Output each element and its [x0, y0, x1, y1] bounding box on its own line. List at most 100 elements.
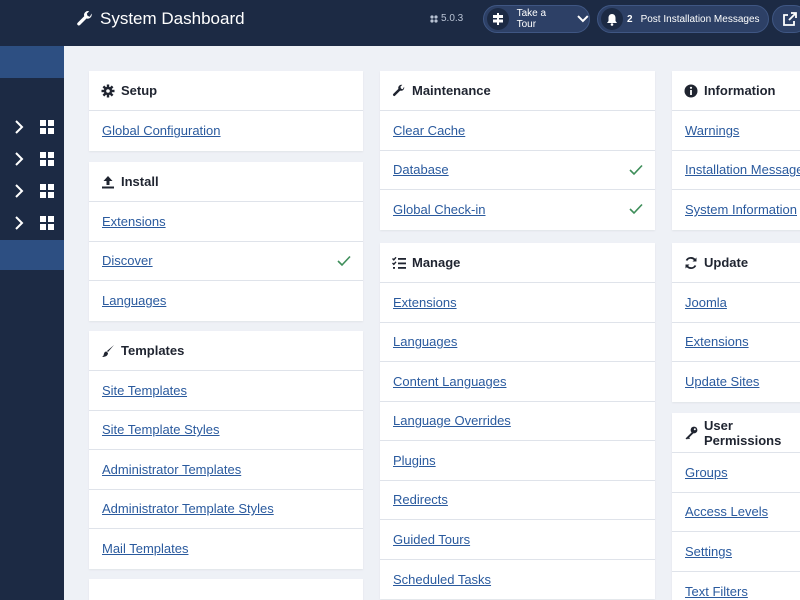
info-icon — [684, 84, 698, 98]
card-header: Templates — [89, 331, 363, 371]
guided-tours-link[interactable]: Guided Tours — [393, 532, 470, 547]
dashboard-grid-icon — [40, 120, 54, 134]
access-levels-link[interactable]: Access Levels — [685, 504, 768, 519]
sidebar-menu-item[interactable] — [0, 112, 64, 142]
groups-link[interactable]: Groups — [685, 465, 728, 480]
post-installation-messages-button[interactable]: 2 Post Installation Messages — [597, 5, 769, 33]
card-title: Setup — [121, 83, 158, 98]
sidebar-menu-item[interactable] — [0, 176, 64, 206]
list-item: Groups — [672, 453, 800, 493]
sidebar-menu-item[interactable] — [0, 208, 64, 238]
take-a-tour-label: Take a Tour — [516, 8, 547, 30]
card-header: Update — [672, 243, 800, 283]
list-item: Redirects — [380, 481, 655, 520]
manage-languages-link[interactable]: Languages — [393, 334, 457, 349]
database-link[interactable]: Database — [393, 162, 449, 177]
chevron-right-icon — [15, 216, 24, 230]
manage-extensions-link[interactable]: Extensions — [393, 295, 457, 310]
system-information-link[interactable]: System Information — [685, 202, 797, 217]
take-a-tour-button[interactable]: Take a Tour — [483, 5, 590, 33]
maintenance-card: Maintenance Clear Cache Database Global … — [380, 71, 655, 230]
next-card — [89, 579, 363, 600]
page-title: System Dashboard — [100, 9, 245, 28]
scheduled-tasks-link[interactable]: Scheduled Tasks — [393, 572, 491, 587]
external-link-button[interactable] — [772, 5, 800, 33]
list-item: Warnings — [672, 111, 800, 151]
list-item: Access Levels — [672, 493, 800, 532]
list-item: Text Filters — [672, 572, 800, 600]
list-item: Update Sites — [672, 362, 800, 402]
redirects-link[interactable]: Redirects — [393, 492, 448, 507]
list-item: Site Templates — [89, 371, 363, 411]
warnings-link[interactable]: Warnings — [685, 123, 739, 138]
chevron-down-icon — [577, 15, 589, 23]
card-header: Install — [89, 162, 363, 202]
mail-templates-link[interactable]: Mail Templates — [102, 541, 188, 556]
card-title: Manage — [412, 255, 461, 270]
card-title: Information — [704, 83, 776, 98]
version-number: 5.0.3 — [441, 13, 464, 24]
card-title: Install — [121, 174, 159, 189]
dashboard-grid-icon — [40, 216, 54, 230]
install-extensions-link[interactable]: Extensions — [102, 214, 166, 229]
list-item: System Information — [672, 190, 800, 230]
sidebar-active-band[interactable] — [0, 240, 64, 270]
site-templates-link[interactable]: Site Templates — [102, 383, 187, 398]
clear-cache-link[interactable]: Clear Cache — [393, 123, 465, 138]
update-extensions-link[interactable]: Extensions — [685, 334, 749, 349]
update-sites-link[interactable]: Update Sites — [685, 374, 759, 389]
list-item: Guided Tours — [380, 520, 655, 560]
card-header: Maintenance — [380, 71, 655, 111]
language-overrides-link[interactable]: Language Overrides — [393, 413, 511, 428]
dashboard-grid-icon — [40, 152, 54, 166]
user-permissions-card: User Permissions Groups Access Levels Se… — [672, 413, 800, 600]
install-card: Install Extensions Discover Languages — [89, 162, 363, 321]
administrator-template-styles-link[interactable]: Administrator Template Styles — [102, 501, 274, 516]
administrator-templates-link[interactable]: Administrator Templates — [102, 462, 241, 477]
list-item: Database — [380, 151, 655, 190]
manage-card: Manage Extensions Languages Content Lang… — [380, 243, 655, 599]
check-icon — [629, 164, 643, 175]
list-item: Scheduled Tasks — [380, 560, 655, 600]
list-item: Extensions — [380, 283, 655, 323]
check-icon — [337, 255, 351, 266]
installation-messages-link[interactable]: Installation Messages — [685, 162, 800, 177]
install-languages-link[interactable]: Languages — [102, 293, 166, 308]
sidebar-active-band[interactable] — [0, 46, 64, 78]
setup-card: Setup Global Configuration — [89, 71, 363, 151]
notification-count: 2 — [627, 13, 633, 25]
card-header: User Permissions — [672, 413, 800, 453]
chevron-right-icon — [15, 120, 24, 134]
global-check-in-link[interactable]: Global Check-in — [393, 202, 486, 217]
top-header: System Dashboard 5.0.3 Take a Tour 2 Pos… — [64, 0, 800, 46]
dashboard-grid-icon — [40, 184, 54, 198]
list-item: Clear Cache — [380, 111, 655, 151]
text-filters-link[interactable]: Text Filters — [685, 584, 748, 599]
discover-link[interactable]: Discover — [102, 253, 153, 268]
sidebar — [0, 0, 64, 600]
card-header: Setup — [89, 71, 363, 111]
bell-icon — [601, 8, 623, 30]
wrench-icon — [77, 11, 92, 26]
content-languages-link[interactable]: Content Languages — [393, 374, 506, 389]
tasks-icon — [392, 256, 406, 270]
list-item: Languages — [380, 323, 655, 362]
settings-link[interactable]: Settings — [685, 544, 732, 559]
update-joomla-link[interactable]: Joomla — [685, 295, 727, 310]
list-item: Global Configuration — [89, 111, 363, 151]
card-header: Manage — [380, 243, 655, 283]
card-title: Templates — [121, 343, 185, 358]
global-configuration-link[interactable]: Global Configuration — [102, 123, 221, 138]
list-item: Languages — [89, 281, 363, 321]
site-template-styles-link[interactable]: Site Template Styles — [102, 422, 220, 437]
templates-card: Templates Site Templates Site Template S… — [89, 331, 363, 569]
chevron-right-icon — [15, 152, 24, 166]
key-icon — [684, 426, 698, 440]
page-title-group: System Dashboard — [76, 8, 245, 30]
external-link-icon — [783, 12, 797, 26]
version-info: 5.0.3 — [430, 13, 463, 24]
plugins-link[interactable]: Plugins — [393, 453, 436, 468]
brush-icon — [101, 344, 115, 358]
sidebar-menu-item[interactable] — [0, 144, 64, 174]
list-item: Discover — [89, 242, 363, 281]
